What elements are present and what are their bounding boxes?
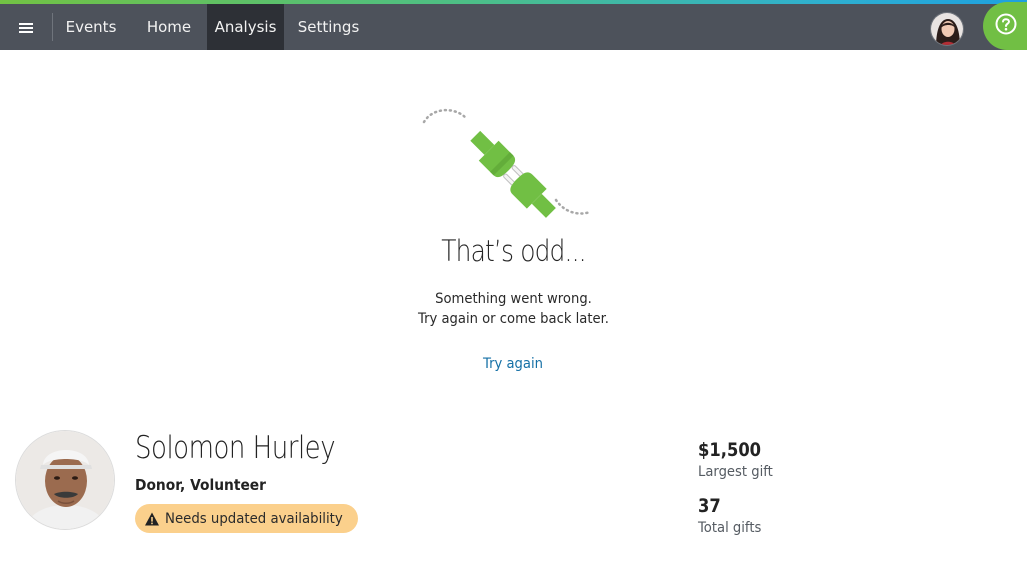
error-message-line1: Something went wrong. xyxy=(435,291,592,307)
status-badge-text: Needs updated availability xyxy=(165,510,343,527)
nav-item-events[interactable]: Events xyxy=(56,4,126,50)
top-nav-bar: Events Home Analysis Settings xyxy=(0,0,1027,50)
question-circle-icon xyxy=(995,13,1017,39)
profile-name: Solomon Hurley xyxy=(135,430,336,466)
status-badge: Needs updated availability xyxy=(135,504,358,533)
menu-button[interactable] xyxy=(10,12,42,44)
try-again-link[interactable]: Try again xyxy=(466,356,560,372)
warning-triangle-icon xyxy=(144,511,160,527)
error-message-line2: Try again or come back later. xyxy=(417,311,609,327)
stat-largest-gift-label: Largest gift xyxy=(698,464,773,480)
stat-largest-gift-value: $1,500 xyxy=(698,439,762,461)
nav-item-analysis[interactable]: Analysis xyxy=(207,4,284,50)
profile-photo xyxy=(15,430,115,530)
error-title: That’s odd... xyxy=(441,234,586,268)
profile-roles: Donor, Volunteer xyxy=(135,476,266,494)
nav-divider xyxy=(52,13,53,41)
unplugged-plug-icon xyxy=(420,104,592,224)
stat-total-gifts-label: Total gifts xyxy=(698,520,762,536)
nav-item-home[interactable]: Home xyxy=(136,4,202,50)
user-avatar[interactable] xyxy=(930,12,964,46)
nav-item-settings[interactable]: Settings xyxy=(290,4,367,50)
stat-total-gifts-value: 37 xyxy=(698,495,721,517)
hamburger-icon xyxy=(19,22,33,34)
help-button[interactable] xyxy=(983,2,1027,50)
